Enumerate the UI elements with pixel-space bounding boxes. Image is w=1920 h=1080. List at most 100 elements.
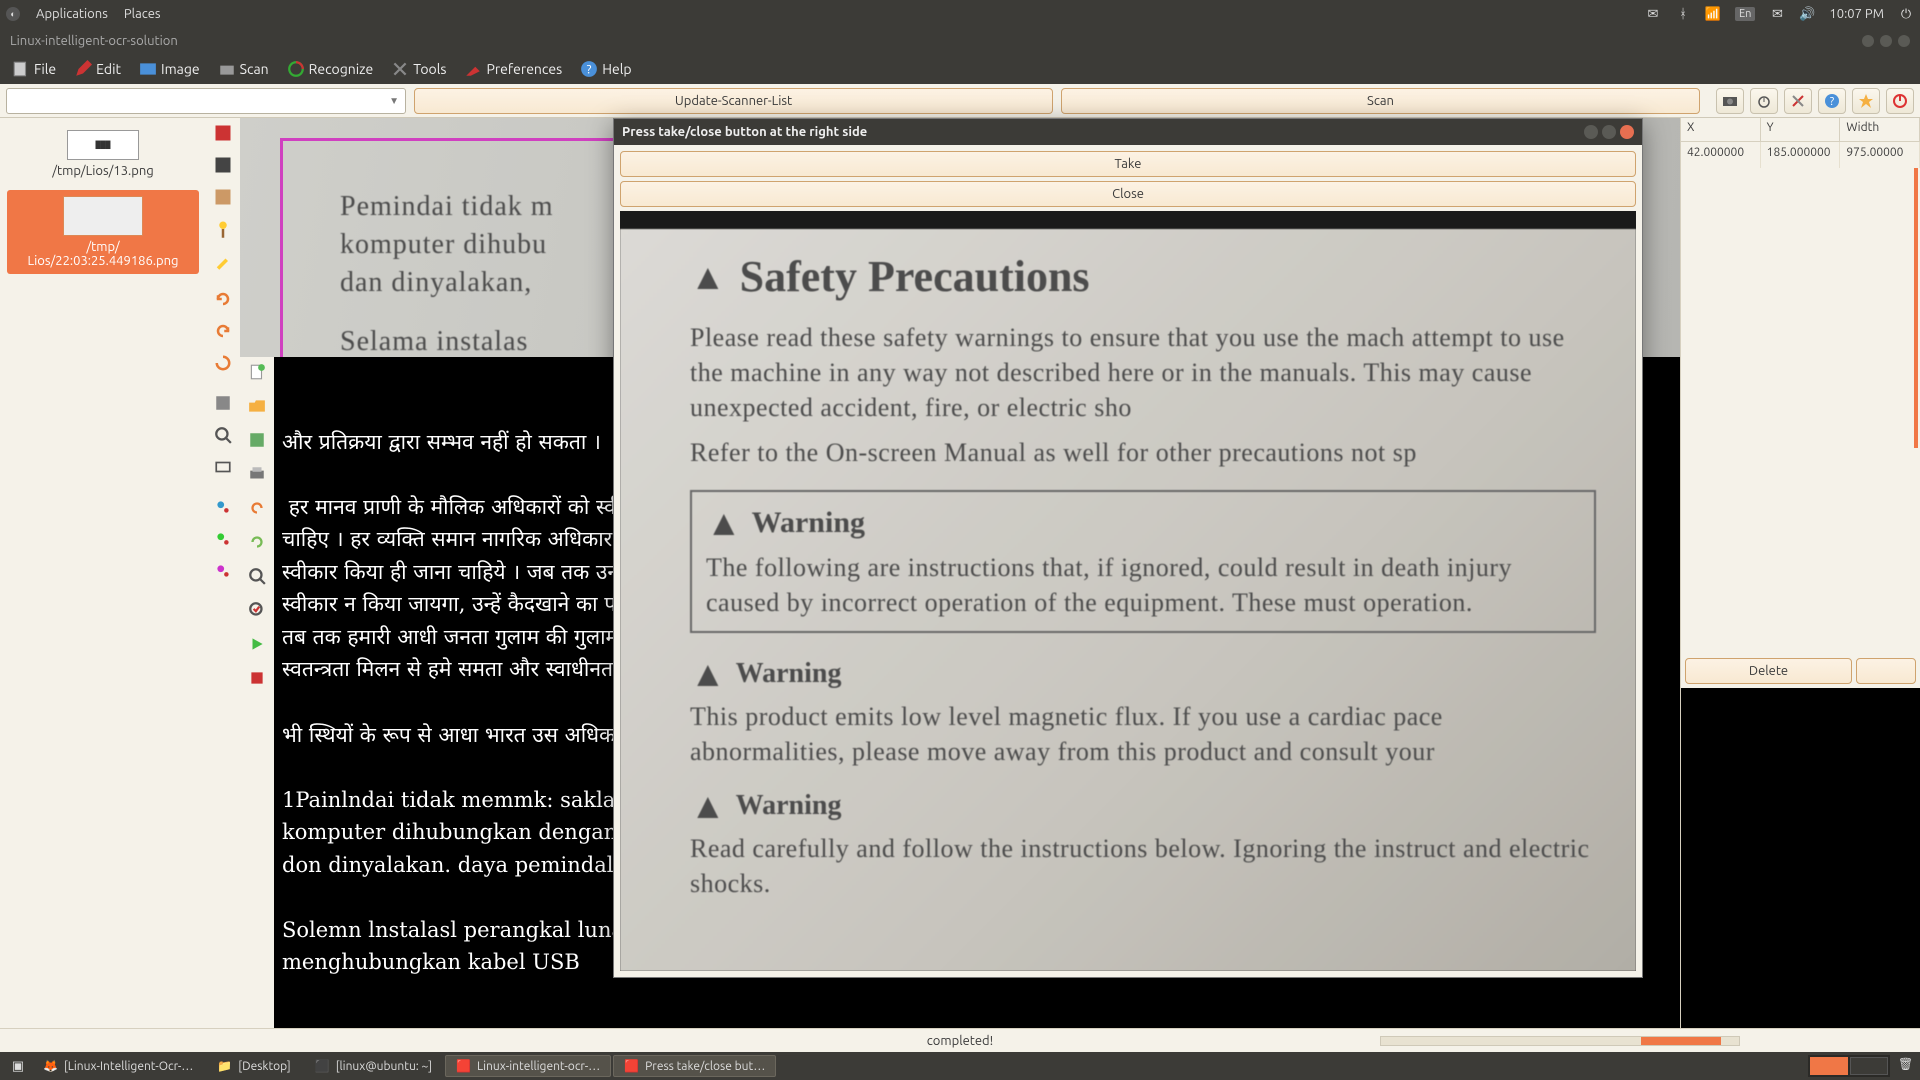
keyboard-lang-indicator[interactable]: En [1735,7,1755,21]
warning1-h: Warning [752,506,865,540]
menu-places[interactable]: Places [124,7,161,21]
menu-help[interactable]: ?Help [572,57,639,81]
menu-recognize[interactable]: Recognize [279,57,382,81]
dialog-titlebar[interactable]: Press take/close button at the right sid… [614,119,1642,145]
right-spacer [1681,168,1920,654]
rotate-180-icon[interactable] [212,352,234,374]
help-icon[interactable]: ? [1818,88,1846,114]
camera-paper: ▲Safety Precautions Please read these sa… [620,229,1636,971]
scanner-select[interactable]: ▼ [6,88,406,114]
new-text-icon[interactable] [246,361,268,383]
task-item[interactable]: ⬛[linux@ubuntu: ~] [304,1055,443,1077]
thumbnail-panel: ███ /tmp/Lios/13.png /tmp/ Lios/22:03:25… [0,118,206,1048]
coord-row[interactable]: 42.000000 185.000000 975.00000 [1681,142,1920,168]
image-tools-sidebar [206,118,240,1048]
shutdown-icon[interactable]: ⏻ [1898,6,1914,22]
right-preview-black [1681,688,1920,1048]
thumbnail-item[interactable]: ███ /tmp/Lios/13.png [7,124,199,184]
take-button[interactable]: Take [620,151,1636,177]
ocr-all-icon[interactable] [212,496,234,518]
coord-y-value: 185.000000 [1761,142,1841,168]
menu-preferences[interactable]: Preferences [456,57,570,81]
tool-wand-icon[interactable] [212,218,234,240]
warning2-p: This product emits low level magnetic fl… [690,699,1596,769]
window-close-button[interactable] [1898,35,1910,47]
delete-region-button[interactable]: Delete [1685,658,1852,684]
tool-crop-icon[interactable] [212,122,234,144]
task-item[interactable]: 🟥Press take/close but… [613,1055,776,1077]
trash-icon[interactable]: 🗑 [1898,1057,1916,1075]
spellcheck-icon[interactable] [246,599,268,621]
right-panel: X Y Width 42.000000 185.000000 975.00000… [1680,118,1920,1048]
gnome-top-panel: ◐ Applications Places ✉ ᚼ 📶 En ✉ 🔊 10:07… [0,0,1920,28]
close-button[interactable]: Close [620,181,1636,207]
fit-icon[interactable] [212,456,234,478]
app-menubar: File Edit Image Scan Recognize Tools Pre… [0,54,1920,84]
window-minimize-button[interactable] [1862,35,1874,47]
coord-w-value: 975.00000 [1840,142,1920,168]
bluetooth-icon[interactable]: ᚼ [1675,6,1691,22]
dialog-maximize-button[interactable] [1602,125,1616,139]
settings-icon[interactable] [1784,88,1812,114]
warning3-p: Read carefully and follow the instructio… [690,831,1596,901]
camera-icon[interactable] [1716,88,1744,114]
thumbnail-item[interactable]: /tmp/ Lios/22:03:25.449186.png [7,190,199,274]
delete-extra-button[interactable] [1856,658,1916,684]
scroll-indicator[interactable] [1914,168,1918,448]
show-desktop-icon[interactable]: ▣ [10,1058,26,1074]
svg-text:?: ? [587,63,592,77]
warning2-h: Warning [736,658,842,690]
warning-triangle-icon: ▲ [690,653,726,695]
power-quit-icon[interactable] [1886,88,1914,114]
find-icon[interactable] [246,565,268,587]
warning1-p: The following are instructions that, if … [706,550,1580,620]
save-icon[interactable] [212,392,234,414]
timer-icon[interactable] [1750,88,1778,114]
status-text: completed! [927,1034,993,1048]
coord-x-value: 42.000000 [1681,142,1761,168]
star-icon[interactable] [1852,88,1880,114]
save-text-icon[interactable] [246,429,268,451]
redo-icon[interactable] [246,531,268,553]
task-item[interactable]: 📁[Desktop] [206,1055,301,1077]
zoom-icon[interactable] [212,424,234,446]
rotate-right-icon[interactable] [212,288,234,310]
menu-edit[interactable]: Edit [66,57,129,81]
task-item[interactable]: 🟥Linux-intelligent-ocr-… [445,1055,611,1077]
task-item[interactable]: 🦊[Linux-Intelligent-Ocr-… [32,1055,204,1077]
rotate-left-icon[interactable] [212,320,234,342]
scan-button[interactable]: Scan [1061,88,1700,114]
menu-file[interactable]: File [4,57,64,81]
ocr-region-icon[interactable] [212,560,234,582]
stop-tts-icon[interactable] [246,667,268,689]
wifi-icon[interactable]: 📶 [1705,6,1721,22]
thumbnail-label: /tmp/ Lios/22:03:25.449186.png [11,240,195,268]
window-maximize-button[interactable] [1880,35,1892,47]
tool-grayscale-icon[interactable] [212,154,234,176]
tool-color-icon[interactable] [212,186,234,208]
ubuntu-logo-icon[interactable]: ◐ [6,7,20,21]
play-tts-icon[interactable] [246,633,268,655]
scanner-toolbar: ▼ Update-Scanner-List Scan ? [0,84,1920,118]
update-scanner-list-button[interactable]: Update-Scanner-List [414,88,1053,114]
menu-applications[interactable]: Applications [36,7,108,21]
mail-tray-icon[interactable]: ✉ [1645,6,1661,22]
clock[interactable]: 10:07 PM [1829,7,1884,21]
workspace-2[interactable] [1850,1057,1888,1075]
tool-brush-icon[interactable] [212,250,234,272]
ocr-sel-icon[interactable] [212,528,234,550]
undo-icon[interactable] [246,497,268,519]
menu-image[interactable]: Image [131,57,208,81]
messages-icon[interactable]: ✉ [1769,6,1785,22]
open-text-icon[interactable] [246,395,268,417]
workspace-switcher[interactable] [1808,1055,1890,1077]
coord-header-x: X [1681,118,1761,141]
dialog-close-button[interactable] [1620,125,1634,139]
menu-tools[interactable]: Tools [383,57,454,81]
dialog-minimize-button[interactable] [1584,125,1598,139]
menu-scan[interactable]: Scan [210,57,277,81]
workspace-1[interactable] [1810,1057,1848,1075]
coord-header: X Y Width [1681,118,1920,142]
print-icon[interactable] [246,463,268,485]
volume-icon[interactable]: 🔊 [1799,6,1815,22]
